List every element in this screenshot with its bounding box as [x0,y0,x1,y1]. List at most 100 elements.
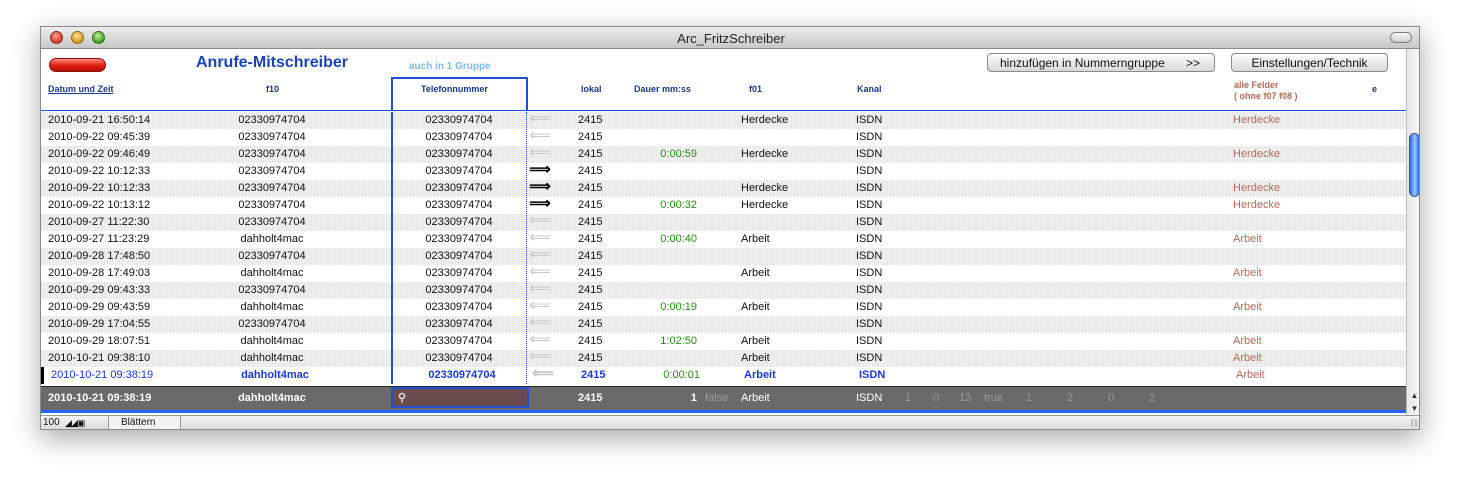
scroll-up-arrow-icon[interactable]: ▲ [1407,389,1419,402]
entry-extra-2[interactable]: 0 [933,392,939,404]
mode-menu[interactable]: Blättern [108,416,181,429]
cell-kanal: ISDN [856,267,883,279]
cell-lokal: 2415 [578,182,603,194]
cell-alle-felder: Herdecke [1233,114,1281,126]
column-header-datum[interactable]: Datum und Zeit [48,84,114,94]
cell-lokal: 2415 [578,131,603,143]
cell-lokal: 2415 [578,267,603,279]
table-row[interactable]: 2010-09-22 10:12:33 02330974704 0233097470… [41,179,1406,197]
entry-extra-1[interactable]: 1 [905,392,911,404]
scroll-down-arrow-icon[interactable]: ▼ [1407,402,1419,415]
cell-datetime: 2010-09-28 17:49:03 [48,267,151,279]
table-row[interactable]: 2010-09-22 10:12:33 02330974704 0233097470… [41,162,1406,180]
table-row[interactable]: 2010-09-29 18:07:51 dahholt4mac 0233097470… [41,331,1406,350]
cell-kanal: ISDN [856,250,883,262]
cell-telefon: 02330974704 [425,148,493,160]
cell-f10: dahholt4mac [241,369,309,381]
entry-telefon-field[interactable]: ⚲ [391,387,529,408]
cell-telefon: 02330974704 [425,335,493,347]
table-row[interactable]: 2010-09-27 11:22:30 02330974704 0233097470… [41,213,1406,231]
entry-extra-8[interactable]: 2 [1149,392,1155,404]
resize-grip-icon[interactable]: ℿ [1410,418,1418,429]
cell-kanal: ISDN [856,284,883,296]
cell-telefon: 02330974704 [425,114,493,126]
left-arrow-icon: ⟸ [529,229,551,246]
cell-telefon: 02330974704 [425,233,493,245]
group-note: auch in 1 Gruppe [409,61,491,72]
entry-extra-5[interactable]: 1 [1026,392,1032,404]
column-header-f10: f10 [266,84,280,94]
entry-extra-6[interactable]: 2 [1067,392,1073,404]
table-row[interactable]: 2010-09-22 10:13:12 02330974704 0233097470… [41,195,1406,214]
zoom-level[interactable]: 100 [43,417,60,428]
cell-dauer: 0:00:59 [660,148,697,160]
entry-extra-4[interactable]: true [984,392,1003,404]
cell-kanal: ISDN [856,182,883,194]
cell-datetime: 2010-09-29 17:04:55 [48,318,151,330]
entry-lokal[interactable]: 2415 [578,392,602,404]
cell-datetime: 2010-10-21 09:38:19 [51,369,154,381]
left-arrow-icon: ⟸ [532,365,554,382]
add-button-label: hinzufügen in Nummerngruppe [1000,55,1165,70]
cell-kanal: ISDN [856,233,883,245]
vertical-scrollbar[interactable]: ▲ ▼ [1406,49,1419,415]
table-row[interactable]: 2010-09-28 17:49:03 dahholt4mac 0233097470… [41,264,1406,282]
cell-lokal: 2415 [578,233,603,245]
telefon-column-right-border [526,112,527,384]
table-row[interactable]: 2010-10-21 09:38:10 dahholt4mac 0233097470… [41,348,1406,367]
cell-f01: Arbeit [741,233,770,245]
cell-telefon: 02330974704 [425,165,493,177]
magnifier-icon[interactable]: ⚲ [398,391,410,404]
entry-kanal[interactable]: ISDN [856,392,882,404]
cell-lokal: 2415 [578,216,603,228]
scrollbar-thumb[interactable] [1409,133,1419,197]
table-row[interactable]: 2010-09-22 09:45:39 02330974704 0233097470… [41,128,1406,146]
left-arrow-icon: ⟸ [529,331,551,348]
table-row[interactable]: 2010-09-27 11:23:29 dahholt4mac 0233097470… [41,229,1406,248]
add-to-number-group-button[interactable]: hinzufügen in Nummerngruppe >> [987,53,1215,72]
new-entry-row[interactable]: 2010-10-21 09:38:19 dahholt4mac ⚲ 2415 1… [41,386,1406,410]
column-header-f01: f01 [749,84,763,94]
cell-f10: 02330974704 [238,284,306,296]
entry-f10[interactable]: dahholt4mac [191,392,353,404]
table-row[interactable]: 2010-09-29 17:04:55 02330974704 0233097470… [41,314,1406,333]
left-arrow-icon: ⟸ [529,314,551,331]
table-row[interactable]: 2010-09-22 09:46:49 02330974704 0233097470… [41,145,1406,163]
left-arrow-icon: ⟸ [529,348,551,365]
cell-f10: dahholt4mac [240,233,304,245]
toolbar-toggle-button[interactable] [1390,32,1412,43]
telefon-column-left-border [391,112,393,384]
cell-lokal: 2415 [578,165,603,177]
cell-f01: Arbeit [741,301,770,313]
zoom-controls-icon[interactable]: ◢◢▣ [65,418,85,429]
table-row[interactable]: 2010-09-29 09:43:33 02330974704 0233097470… [41,281,1406,299]
cell-datetime: 2010-09-21 16:50:14 [48,114,151,126]
table-row[interactable]: 2010-09-21 16:50:14 02330974704 0233097470… [41,111,1406,129]
entry-extra-7[interactable]: 0 [1108,392,1114,404]
entry-f01[interactable]: Arbeit [741,392,770,404]
cell-f01: Herdecke [741,148,789,160]
entry-flag[interactable]: false [705,392,728,404]
right-double-arrow-icon: ⟹ [529,195,551,212]
table-row[interactable]: 2010-10-21 09:38:19 dahholt4mac 0233097470… [41,365,1406,384]
cell-kanal: ISDN [856,165,883,177]
entry-datetime: 2010-10-21 09:38:19 [48,392,152,404]
column-header-e: e [1372,84,1378,94]
title-bar[interactable]: Arc_FritzSchreiber [41,27,1419,49]
cell-datetime: 2010-09-22 09:46:49 [48,148,151,160]
entry-dauer[interactable]: 1 [653,392,697,404]
cell-alle-felder: Arbeit [1233,301,1262,313]
cell-alle-felder: Arbeit [1236,369,1265,381]
cell-datetime: 2010-09-27 11:23:29 [48,233,150,245]
cell-kanal: ISDN [856,131,883,143]
table-row[interactable]: 2010-09-28 17:48:50 02330974704 0233097470… [41,247,1406,265]
red-action-button[interactable] [49,58,106,72]
layout-content: Anrufe-Mitschreiber auch in 1 Gruppe hin… [41,49,1406,413]
settings-button[interactable]: Einstellungen/Technik [1231,53,1388,72]
alle-felder-line2: ( ohne f07 f08 ) [1234,91,1298,101]
entry-extra-3[interactable]: 13 [959,392,971,404]
cell-f01: Arbeit [741,352,770,364]
cell-datetime: 2010-09-28 17:48:50 [48,250,151,262]
table-row[interactable]: 2010-09-29 09:43:59 dahholt4mac 0233097470… [41,298,1406,316]
column-header-alle-felder: alle Felder ( ohne f07 f08 ) [1234,80,1298,102]
